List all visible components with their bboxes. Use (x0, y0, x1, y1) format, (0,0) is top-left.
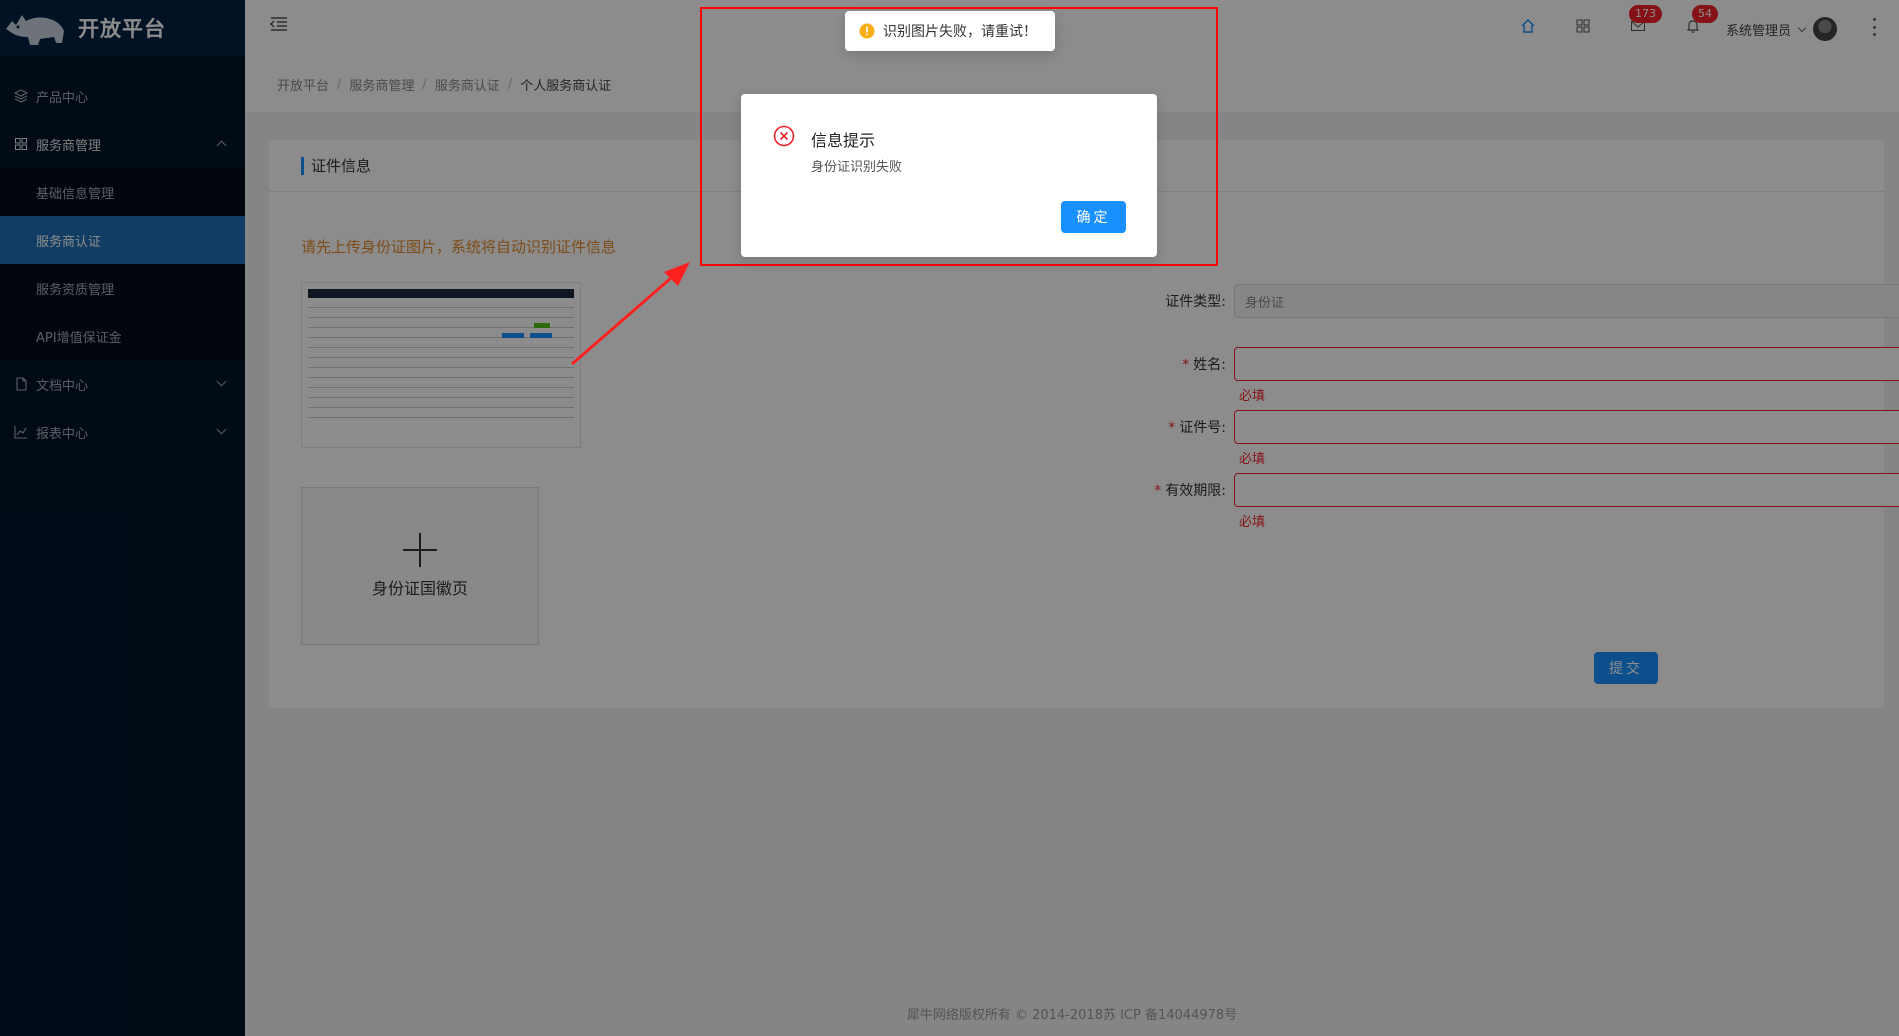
annotation-arrow-icon (571, 262, 690, 366)
annotation-highlight-box (700, 7, 1218, 266)
